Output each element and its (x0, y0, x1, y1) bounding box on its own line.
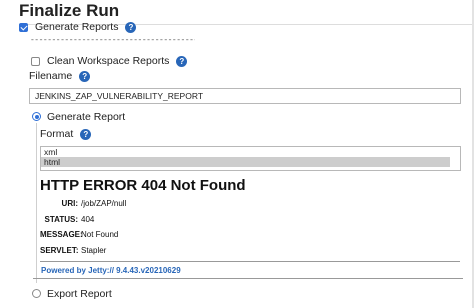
help-icon[interactable]: ? (79, 70, 91, 82)
help-icon[interactable]: ? (176, 55, 188, 67)
help-icon[interactable]: ? (125, 21, 137, 33)
filename-label: Filename (29, 70, 73, 82)
error-key: URI: (61, 199, 78, 208)
error-key: SERVLET: (40, 245, 79, 255)
generate-reports-checkbox[interactable] (19, 22, 28, 32)
error-key: MESSAGE: (40, 230, 83, 239)
format-label: Format (40, 128, 74, 140)
filename-input[interactable]: JENKINS_ZAP_VULNERABILITY_REPORT (29, 88, 461, 104)
separator-line: ----------------------------------------… (30, 36, 195, 45)
jetty-powered-by-link[interactable]: Powered by Jetty:// 9.4.43.v20210629 (41, 266, 181, 275)
section-title: Finalize Run (19, 1, 120, 20)
filename-label-row: Filename ? (29, 69, 91, 83)
error-footer-divider (40, 261, 460, 262)
clean-workspace-label[interactable]: Clean Workspace Reports (47, 55, 169, 67)
format-option-xml[interactable]: xml (41, 147, 460, 157)
error-key: STATUS: (44, 214, 78, 224)
generate-reports-row: Generate Reports ? (19, 20, 137, 34)
format-option-html[interactable]: html (41, 157, 450, 167)
export-report-row: Export Report (32, 287, 112, 300)
help-icon[interactable]: ? (80, 128, 92, 140)
nested-section-indicator (36, 123, 37, 283)
format-label-row: Format ? (40, 127, 92, 141)
clean-workspace-row: Clean Workspace Reports ? (31, 54, 188, 68)
generate-reports-label[interactable]: Generate Reports (35, 21, 118, 33)
finalize-run-page: Finalize Run Generate Reports ? --------… (0, 0, 474, 308)
format-listbox[interactable]: xml html (40, 146, 461, 171)
error-value: Not Found (81, 230, 119, 239)
export-report-label[interactable]: Export Report (47, 288, 112, 300)
generate-report-row: Generate Report (32, 110, 125, 123)
generate-report-radio[interactable] (32, 112, 41, 121)
error-value: /job/ZAP/null (81, 199, 127, 208)
error-value: 404 (81, 214, 95, 224)
generate-report-label[interactable]: Generate Report (47, 111, 125, 123)
error-bottom-divider (33, 278, 463, 279)
export-report-radio[interactable] (32, 289, 41, 298)
clean-workspace-checkbox[interactable] (31, 56, 40, 66)
error-title: HTTP ERROR 404 Not Found (40, 177, 246, 194)
error-value: Stapler (81, 245, 107, 255)
